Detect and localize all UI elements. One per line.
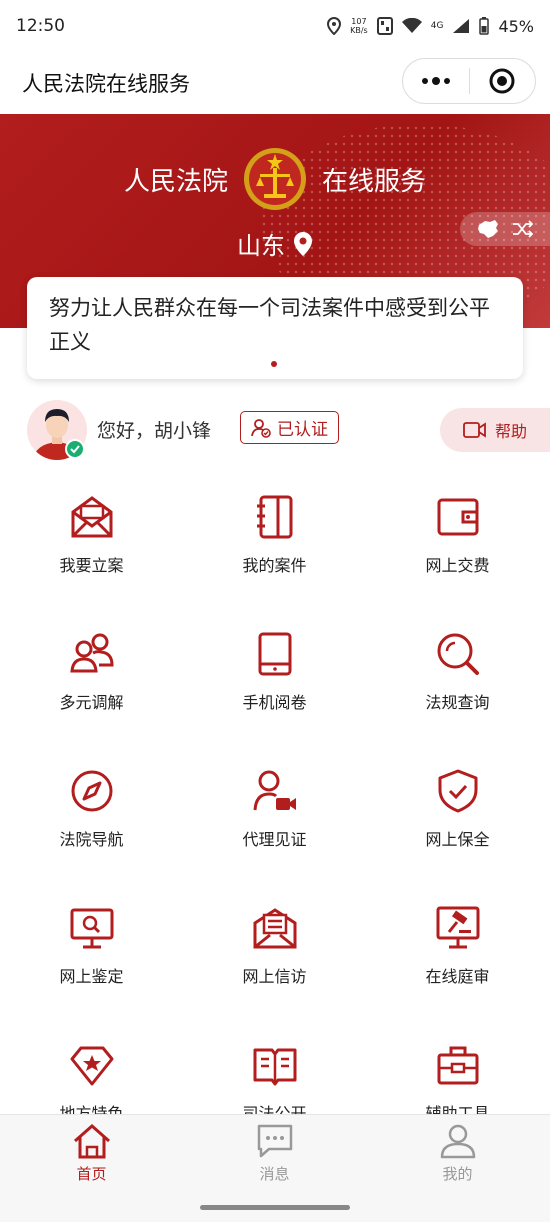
person-camera-icon — [253, 770, 296, 811]
service-label: 网上信访 — [242, 967, 307, 986]
service-mobile-read[interactable]: 手机阅卷 — [183, 617, 366, 753]
user-info-row: 您好，胡小锋 已认证 帮助 — [0, 400, 550, 460]
people-icon — [69, 633, 114, 673]
close-mini-program-button[interactable] — [470, 59, 536, 103]
service-online-appraisal[interactable]: 网上鉴定 — [0, 891, 183, 1027]
banner-right-text: 在线服务 — [322, 166, 427, 197]
location-icon — [327, 17, 342, 35]
service-online-petition[interactable]: 网上信访 — [183, 891, 366, 1027]
slogan-text: 努力让人民群众在每一个司法案件中感受到公平正义 — [49, 296, 490, 354]
service-online-preservation[interactable]: 网上保全 — [366, 754, 549, 890]
page-title: 人民法院在线服务 — [22, 72, 190, 96]
court-emblem-icon — [244, 148, 306, 210]
location-pin-icon — [294, 231, 312, 256]
bottom-navigation: 首页 消息 我的 — [0, 1114, 550, 1222]
target-circle-icon — [489, 68, 515, 94]
service-mediation[interactable]: 多元调解 — [0, 617, 183, 753]
signal-label: 4G — [430, 20, 444, 31]
slogan-card[interactable]: 努力让人民群众在每一个司法案件中感受到公平正义 — [27, 277, 523, 379]
banner-title-row: 人民法院 在线服务 — [0, 146, 550, 212]
service-label: 网上交费 — [425, 556, 490, 575]
mini-program-capsule — [402, 58, 536, 104]
service-label: 法院导航 — [59, 830, 124, 849]
service-label: 辅助工具 — [425, 1104, 490, 1114]
toolbox-icon — [437, 1046, 478, 1085]
user-icon — [440, 1124, 475, 1159]
open-book-icon — [253, 1048, 296, 1086]
title-bar: 人民法院在线服务 — [0, 52, 550, 114]
switch-region-button[interactable] — [460, 212, 550, 246]
nav-label: 我的 — [442, 1165, 473, 1183]
china-map-icon — [478, 220, 498, 238]
status-icons: 107 KB/s 4G 45% — [327, 17, 534, 36]
hd-icon — [376, 17, 393, 35]
service-label: 代理见证 — [242, 830, 307, 849]
user-greeting: 您好，胡小锋 — [97, 420, 212, 442]
battery-level: 45% — [498, 16, 534, 36]
nav-messages[interactable]: 消息 — [183, 1123, 366, 1184]
tablet-icon — [258, 632, 291, 676]
signal-icon — [453, 19, 470, 33]
net-speed: 107 KB/s — [350, 17, 368, 35]
nav-label: 首页 — [76, 1165, 107, 1183]
nav-label: 消息 — [259, 1165, 290, 1183]
search-icon — [437, 633, 479, 675]
service-my-cases[interactable]: 我的案件 — [183, 480, 366, 616]
service-court-navigation[interactable]: 法院导航 — [0, 754, 183, 890]
home-icon — [73, 1123, 110, 1159]
envelope-icon — [71, 496, 112, 538]
service-law-search[interactable]: 法规查询 — [366, 617, 549, 753]
service-grid: 我要立案 我的案件 网上交费 多元调解 手机阅卷 法规查询 法院导航 代理见证 … — [0, 480, 550, 1114]
carousel-indicator — [271, 361, 277, 367]
service-label: 法规查询 — [425, 693, 490, 712]
shield-check-icon — [438, 769, 477, 813]
gavel-monitor-icon — [436, 906, 479, 949]
mail-letter-icon — [253, 908, 296, 949]
help-label: 帮助 — [494, 422, 527, 441]
message-icon — [257, 1124, 292, 1158]
service-local-features[interactable]: 地方特色 — [0, 1028, 183, 1114]
help-button[interactable]: 帮助 — [440, 408, 550, 452]
nav-profile[interactable]: 我的 — [366, 1123, 549, 1184]
battery-icon — [479, 17, 490, 35]
net-speed-unit: KB/s — [350, 26, 368, 35]
service-label: 司法公开 — [242, 1104, 307, 1114]
gesture-home-indicator — [200, 1205, 350, 1210]
service-file-case[interactable]: 我要立案 — [0, 480, 183, 616]
service-aux-tools[interactable]: 辅助工具 — [366, 1028, 549, 1114]
service-label: 多元调解 — [59, 693, 124, 712]
verified-label: 已认证 — [277, 420, 328, 440]
video-camera-icon — [463, 422, 486, 438]
more-dots-icon — [421, 77, 450, 85]
verified-badge-icon — [65, 439, 85, 459]
verified-status-badge[interactable]: 已认证 — [240, 411, 339, 444]
nav-home[interactable]: 首页 — [0, 1123, 183, 1184]
shuffle-icon — [513, 220, 534, 238]
compass-icon — [71, 770, 112, 812]
service-online-payment[interactable]: 网上交费 — [366, 480, 549, 616]
status-time: 12:50 — [16, 16, 65, 36]
star-badge-icon — [70, 1046, 113, 1086]
service-label: 网上保全 — [425, 830, 490, 849]
service-agent-witness[interactable]: 代理见证 — [183, 754, 366, 890]
service-label: 我要立案 — [59, 556, 124, 575]
region-name: 山东 — [237, 232, 285, 260]
wallet-icon — [437, 498, 478, 536]
user-verified-icon — [251, 418, 271, 438]
status-bar: 12:50 107 KB/s 4G 45% — [0, 0, 550, 52]
monitor-search-icon — [70, 908, 113, 949]
service-label: 手机阅卷 — [242, 693, 307, 712]
wifi-icon — [401, 18, 422, 33]
service-label: 网上鉴定 — [59, 967, 124, 986]
more-button[interactable] — [403, 59, 469, 103]
service-judicial-disclosure[interactable]: 司法公开 — [183, 1028, 366, 1114]
service-label: 我的案件 — [242, 556, 307, 575]
net-speed-value: 107 — [351, 17, 367, 26]
service-label: 地方特色 — [59, 1104, 124, 1114]
service-online-trial[interactable]: 在线庭审 — [366, 891, 549, 1027]
app-screen: 12:50 107 KB/s 4G 45% 人民法院在线服务 人民法院 在线服务… — [0, 0, 550, 1222]
notebook-icon — [256, 495, 292, 539]
banner-left-text: 人民法院 — [123, 166, 228, 197]
service-label: 在线庭审 — [425, 967, 490, 986]
